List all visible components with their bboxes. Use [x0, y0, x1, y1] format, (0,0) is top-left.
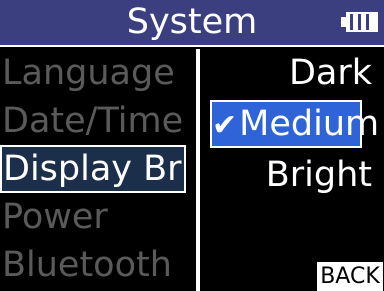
menu-item-bluetooth[interactable]: Bluetooth [0, 241, 196, 289]
menu-item-power[interactable]: Power [0, 193, 196, 241]
option-bright[interactable]: Bright [200, 151, 384, 199]
brightness-options: Dark ✔Medium Bright BACK [200, 49, 384, 291]
menu-item-language[interactable]: Language [0, 49, 196, 97]
back-button[interactable]: BACK [317, 262, 383, 291]
option-medium[interactable]: ✔Medium [210, 100, 379, 148]
option-dark[interactable]: Dark [200, 49, 384, 97]
menu-item-date-time[interactable]: Date/Time [0, 97, 196, 145]
page-title: System [126, 2, 258, 42]
battery-full-icon [340, 11, 380, 33]
device-screen: System Language Date/Time Display Br Pow… [0, 0, 384, 291]
menu-item-display-brightness[interactable]: Display Br [0, 145, 186, 193]
settings-menu: Language Date/Time Display Br Power Blue… [0, 49, 196, 291]
option-medium-label: Medium [239, 104, 380, 144]
checkmark-icon: ✔ [212, 108, 238, 143]
header-bar: System [0, 0, 384, 47]
